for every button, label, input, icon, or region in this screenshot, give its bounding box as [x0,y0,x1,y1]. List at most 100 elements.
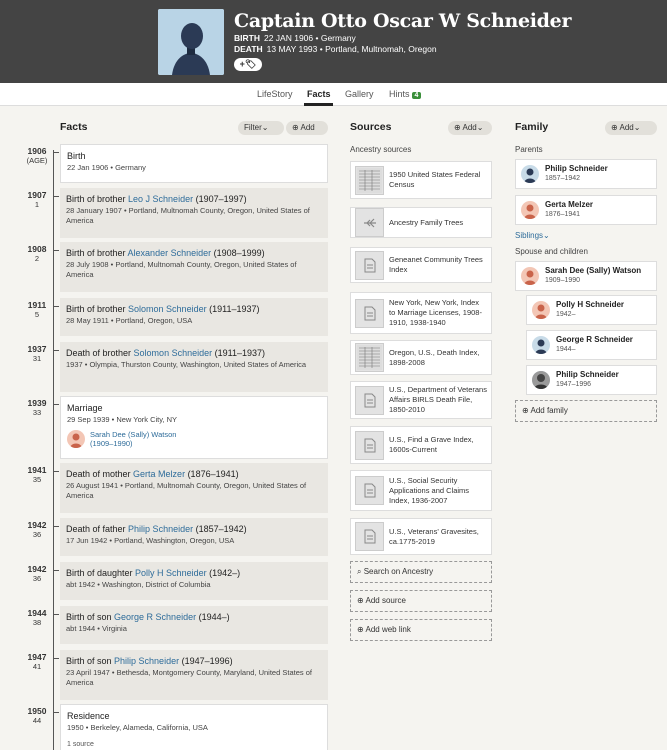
tab-lifestory[interactable]: LifeStory [257,89,293,99]
add-source-button[interactable]: ⊕ Add source [350,590,492,612]
source-card[interactable]: Ancestry Family Trees [350,207,492,238]
source-card[interactable]: U.S., Find a Grave Index, 1600s-Current [350,426,492,464]
fact-card[interactable]: Birth of daughter Polly H Schneider (194… [60,562,328,600]
fact-card[interactable]: Residence 1950 • Berkeley, Alameda, Calif… [60,704,328,750]
person-header: Captain Otto Oscar W Schneider BIRTH 22 J… [0,0,667,83]
fact-detail: abt 1942 • Washington, District of Colum… [66,580,211,589]
fact-card[interactable]: Death of father Philip Schneider (1857–1… [60,518,328,556]
fact-event: Birth of brother [66,194,129,204]
fact-detail: 28 January 1907 • Portland, Multnomah Co… [66,206,310,225]
child-card[interactable]: George R Schneider 1944– [526,330,657,360]
fact-age: 36 [32,574,42,583]
fact-person-link[interactable]: Philip Schneider [114,656,179,666]
source-count[interactable]: 1 source [67,741,321,748]
fact-detail: 28 July 1908 • Portland, Multnomah Count… [66,260,297,279]
fact-card[interactable]: Death of brother Solomon Schneider (1911… [60,342,328,392]
sources-title: Sources [350,121,392,133]
spouse-card[interactable]: Sarah Dee (Sally) Watson 1909–1990 [515,261,657,291]
facts-title: Facts [60,121,88,133]
family-member-name: Sarah Dee (Sally) Watson [545,266,642,275]
fact-person-link[interactable]: Philip Schneider [128,524,193,534]
fact-year: 1911 5 [22,300,52,320]
source-card[interactable]: Oregon, U.S., Death Index, 1898-2008 [350,340,492,375]
profile-avatar[interactable] [158,9,224,75]
fact-card[interactable]: Death of mother Gerta Melzer (1876–1941)… [60,463,328,513]
fact-card[interactable]: Birth of brother Leo J Schneider (1907–1… [60,188,328,238]
spouse-link[interactable]: Sarah Dee (Sally) Watson (1909–1990) [67,430,321,448]
fact-year: 1937 31 [22,344,52,364]
fact-title: Death of brother Solomon Schneider (1911… [66,347,322,359]
add-family-button[interactable]: ⊕ Add family [515,400,657,422]
family-member-dates: 1857–1942 [545,175,581,182]
add-family-label: Add family [530,406,568,415]
fact-card[interactable]: Birth of brother Alexander Schneider (19… [60,242,328,292]
fact-card[interactable]: Birth of son George R Schneider (1944–) a… [60,606,328,644]
source-card[interactable]: U.S., Veterans' Gravesites, ca.1775-2019 [350,518,492,555]
female-person-icon [521,201,539,219]
fact-person-link[interactable]: Solomon Schneider [128,304,207,314]
fact-card[interactable]: Birth of son Philip Schneider (1947–1996… [60,650,328,700]
family-member-name: George R Schneider [556,335,633,344]
fact-event: Birth of daughter [66,568,136,578]
fact-card[interactable]: Birth 22 Jan 1906 • Germany [60,144,328,183]
fact-age: 35 [32,475,42,484]
family-member-dates: 1942– [556,311,576,318]
fact-person-link[interactable]: Solomon Schneider [134,348,213,358]
fact-year-value: 1950 [27,706,47,716]
death-label: DEATH [234,44,263,54]
fact-person-link[interactable]: Polly H Schneider [135,568,207,578]
male-person-icon [521,165,539,183]
family-tree-icon [355,208,384,237]
source-card[interactable]: U.S., Social Security Applications and C… [350,470,492,511]
add-fact-button[interactable]: ⊕ Add [286,121,328,135]
fact-year: 1906 (AGE) [22,146,52,166]
fact-year: 1944 38 [22,608,52,628]
family-member-name: Polly H Schneider [556,300,625,309]
fact-year-value: 1907 [27,190,47,200]
add-tag-button[interactable]: +🏷 [234,58,262,71]
search-on-ancestry-button[interactable]: ⌕ Search on Ancestry [350,561,492,583]
tab-hints[interactable]: Hints 4 [389,89,422,99]
timeline-tick [53,404,59,405]
fact-person-link[interactable]: Gerta Melzer [133,469,185,479]
source-card[interactable]: New York, New York, Index to Marriage Li… [350,292,492,334]
add-family-menu-button[interactable]: ⊕ Add⌄ [605,121,657,135]
active-tab-indicator [304,103,333,106]
death-value: 13 MAY 1993 • Portland, Multnomah, Orego… [266,44,437,54]
family-member-name: Philip Schneider [556,370,619,379]
fact-year: 1947 41 [22,652,52,672]
source-title: 1950 United States Federal Census [389,170,481,189]
tab-hints-label: Hints [389,89,410,99]
fact-person-link[interactable]: Alexander Schneider [128,248,212,258]
add-web-link-button[interactable]: ⊕ Add web link [350,619,492,641]
fact-person-link[interactable]: Leo J Schneider [128,194,193,204]
record-image-icon [355,343,384,372]
fact-card[interactable]: Marriage 29 Sep 1939 • New York City, NY S… [60,396,328,459]
source-card[interactable]: Geneanet Community Trees Index [350,247,492,283]
fact-card[interactable]: Birth of brother Solomon Schneider (1911… [60,298,328,336]
fact-age: 41 [32,662,42,671]
fact-title: Residence [67,710,321,722]
fact-person-link[interactable]: George R Schneider [114,612,196,622]
fact-year: 1908 2 [22,244,52,264]
parent-card[interactable]: Gerta Melzer 1876–1941 [515,195,657,225]
fact-age: 2 [34,254,40,263]
add-web-link-label: Add web link [365,625,411,634]
siblings-toggle[interactable]: Siblings⌄ [515,231,550,240]
family-member-dates: 1909–1990 [545,277,581,284]
tab-gallery[interactable]: Gallery [345,89,374,99]
child-card[interactable]: Philip Schneider 1947–1996 [526,365,657,395]
add-source-label: Add source [365,596,406,605]
filter-button[interactable]: Filter⌄ [238,121,284,135]
tab-bar: LifeStory Facts Gallery Hints 4 [0,83,667,106]
source-card[interactable]: U.S., Department of Veterans Affairs BIR… [350,381,492,419]
person-silhouette-icon [158,9,224,75]
child-card[interactable]: Polly H Schneider 1942– [526,295,657,325]
source-title: U.S., Find a Grave Index, 1600s-Current [389,435,474,454]
source-card[interactable]: 1950 United States Federal Census [350,161,492,199]
search-icon: ⌕ [357,567,362,576]
tab-facts[interactable]: Facts [307,89,331,99]
parent-card[interactable]: Philip Schneider 1857–1942 [515,159,657,189]
add-source-menu-button[interactable]: ⊕ Add⌄ [448,121,492,135]
fact-event: Marriage [67,403,103,413]
